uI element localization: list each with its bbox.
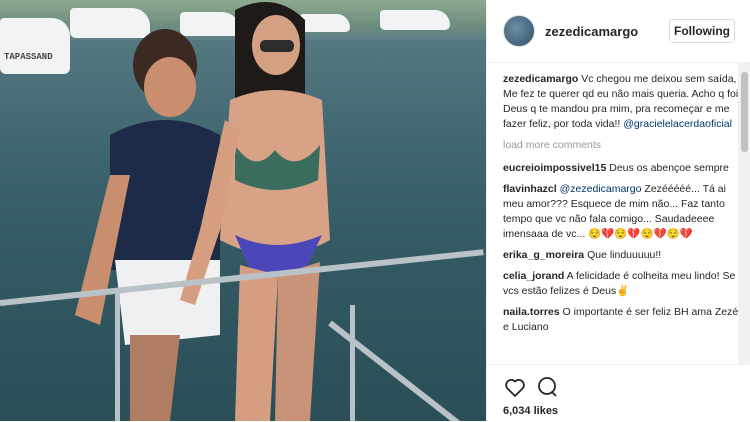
avatar[interactable] — [503, 15, 535, 47]
load-more-comments-link[interactable]: load more comments — [503, 138, 743, 153]
comment-text: Deus os abençoe sempre — [609, 162, 729, 174]
list-item: celia_jorand A felicidade é colheita meu… — [503, 269, 743, 299]
list-item: erika_g_moreira Que linduuuuu!! — [503, 248, 743, 263]
caption-mention[interactable]: @gracielelacerdaoficial — [623, 118, 732, 130]
boat-back-4 — [380, 10, 450, 30]
heart-icon[interactable] — [503, 375, 527, 399]
header-username[interactable]: zezedicamargo — [545, 24, 638, 39]
post-header: zezedicamargo Following — [487, 0, 750, 63]
comment-username[interactable]: flavinhazcl — [503, 183, 557, 195]
comment-username[interactable]: celia_jorand — [503, 270, 564, 282]
caption-username[interactable]: zezedicamargo — [503, 73, 578, 85]
comments-list: zezedicamargo Vc chegou me deixou sem sa… — [503, 72, 743, 360]
comment-username[interactable]: naila.torres — [503, 306, 560, 318]
caption: zezedicamargo Vc chegou me deixou sem sa… — [503, 72, 743, 132]
comment-mention[interactable]: @zezedicamargo — [560, 183, 642, 195]
boat-name: TAPASSAND — [4, 52, 53, 62]
likes-count[interactable]: 6,034 likes — [503, 405, 558, 417]
list-item: flavinhazcl @zezedicamargo Zezééééé... T… — [503, 182, 743, 242]
comment-icon[interactable] — [535, 375, 559, 399]
comment-username[interactable]: erika_g_moreira — [503, 249, 584, 261]
post-actions: 6,034 likes — [487, 364, 750, 422]
boat-rail-post-1 — [115, 290, 120, 421]
list-item: eucreioimpossivel15 Deus os abençoe semp… — [503, 161, 743, 176]
following-button[interactable]: Following — [669, 19, 735, 43]
comment-text: Que linduuuuu!! — [587, 249, 662, 261]
boat-rail-post-2 — [350, 305, 355, 421]
post-photo: TAPASSAND — [0, 0, 486, 421]
instagram-post: TAPASSAND zezedicamargo Following zezedi… — [0, 0, 750, 421]
scrollbar-thumb[interactable] — [741, 72, 748, 152]
comment-username[interactable]: eucreioimpossivel15 — [503, 162, 606, 174]
comments-scrollbar[interactable] — [738, 62, 750, 364]
list-item: naila.torres O importante é ser feliz BH… — [503, 305, 743, 335]
post-side-panel: zezedicamargo Following zezedicamargo Vc… — [486, 0, 750, 421]
woman-figure — [180, 2, 330, 421]
boat-left — [0, 18, 70, 74]
